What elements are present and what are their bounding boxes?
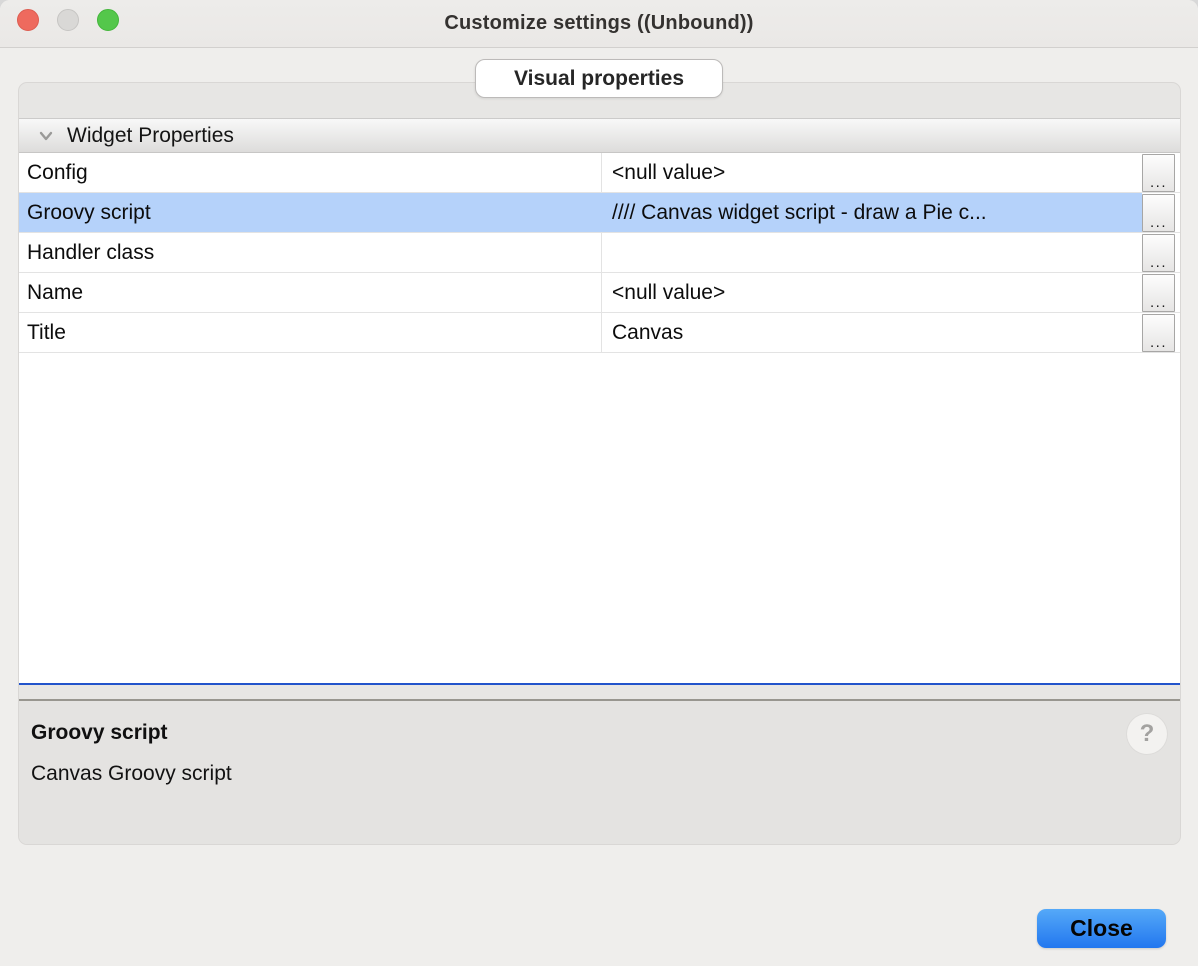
edit-name-button[interactable]: ...	[1142, 274, 1175, 312]
window-controls	[17, 9, 119, 31]
property-value: Canvas	[601, 313, 1142, 352]
close-button[interactable]: Close	[1037, 909, 1166, 948]
property-value: <null value>	[601, 273, 1142, 312]
customize-settings-dialog: Customize settings ((Unbound)) Visual pr…	[0, 0, 1198, 966]
window-title: Customize settings ((Unbound))	[444, 12, 753, 35]
property-name: Name	[19, 273, 601, 312]
question-mark-icon: ?	[1140, 720, 1155, 748]
edit-handler-class-button[interactable]: ...	[1142, 234, 1175, 272]
property-value	[601, 233, 1142, 272]
settings-panel: Widget Properties Config <null value> ..…	[18, 82, 1181, 845]
tab-visual-properties[interactable]: Visual properties	[475, 59, 723, 98]
table-row-title[interactable]: Title Canvas ...	[19, 313, 1180, 353]
properties-table: Widget Properties Config <null value> ..…	[19, 118, 1180, 685]
property-name: Config	[19, 153, 601, 192]
edit-title-button[interactable]: ...	[1142, 314, 1175, 352]
close-window-button[interactable]	[17, 9, 39, 31]
table-row-handler-class[interactable]: Handler class ...	[19, 233, 1180, 273]
description-title: Groovy script	[31, 721, 1168, 745]
table-row-name[interactable]: Name <null value> ...	[19, 273, 1180, 313]
description-text: Canvas Groovy script	[31, 762, 1168, 786]
table-row-config[interactable]: Config <null value> ...	[19, 153, 1180, 193]
property-value: <null value>	[601, 153, 1142, 192]
section-header-label: Widget Properties	[67, 124, 234, 148]
table-row-groovy-script[interactable]: Groovy script //// Canvas widget script …	[19, 193, 1180, 233]
zoom-window-button[interactable]	[97, 9, 119, 31]
help-button[interactable]: ?	[1127, 714, 1167, 754]
property-name: Groovy script	[19, 193, 601, 232]
titlebar: Customize settings ((Unbound))	[0, 0, 1198, 48]
property-name: Title	[19, 313, 601, 352]
description-panel: Groovy script Canvas Groovy script ?	[19, 699, 1180, 844]
edit-config-button[interactable]: ...	[1142, 154, 1175, 192]
edit-groovy-script-button[interactable]: ...	[1142, 194, 1175, 232]
minimize-window-button[interactable]	[57, 9, 79, 31]
section-header-widget-properties[interactable]: Widget Properties	[19, 118, 1180, 153]
property-name: Handler class	[19, 233, 601, 272]
table-empty-area	[19, 353, 1180, 683]
chevron-down-icon	[35, 125, 57, 147]
property-value: //// Canvas widget script - draw a Pie c…	[601, 193, 1142, 232]
